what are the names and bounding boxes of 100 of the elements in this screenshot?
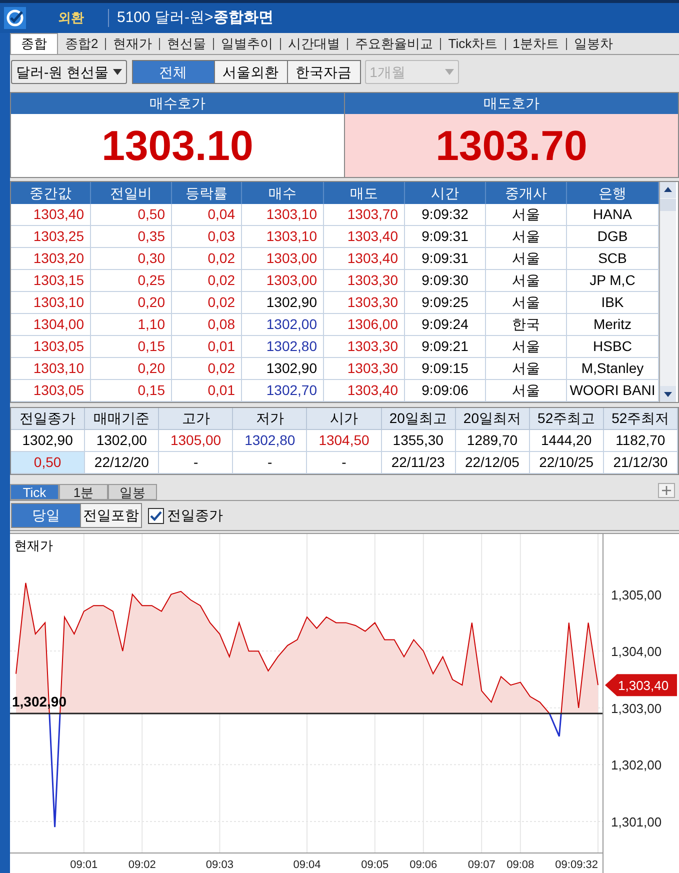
quote-price: 1303.70 — [434, 121, 588, 172]
y-axis-label: 1,304,00 — [611, 644, 662, 660]
x-axis-label: 09:01 — [70, 859, 98, 871]
range-button[interactable]: 당일 — [12, 504, 80, 528]
x-axis-label: 09:07 — [468, 859, 496, 871]
table-cell: 1289,70 — [456, 430, 530, 452]
tab[interactable]: 시간대별 — [281, 33, 348, 54]
table-cell: 9:09:06 — [405, 380, 486, 402]
tab[interactable]: 주요환율비교 — [348, 33, 440, 54]
column-header: 중간값 — [11, 182, 91, 204]
chart-title: 현재가 — [14, 537, 53, 555]
logo-icon — [4, 7, 26, 29]
chart-tab[interactable]: 1분 — [59, 484, 108, 500]
table-cell: 0,03 — [172, 226, 242, 248]
table-cell: - — [307, 452, 382, 474]
checkbox[interactable] — [148, 508, 164, 524]
tab[interactable]: 현재가 — [106, 33, 160, 54]
table-cell: 1303,00 — [242, 270, 324, 292]
table-cell: 1304,50 — [307, 430, 382, 452]
scroll-thumb[interactable] — [660, 199, 676, 212]
table-cell: 1303,00 — [242, 248, 324, 270]
table-cell: 1303,05 — [11, 336, 91, 358]
y-axis-label: 1,303,00 — [611, 700, 662, 716]
table-cell: 1303,40 — [324, 226, 405, 248]
tab[interactable]: 일봉차 — [566, 33, 620, 54]
column-header: 저가 — [233, 408, 308, 430]
table-cell: 1302,00 — [242, 314, 324, 336]
table-cell: 1303,30 — [324, 358, 405, 380]
y-axis-label: 1,305,00 — [611, 587, 662, 602]
column-header: 중개사 — [486, 182, 567, 204]
table-cell: 1304,00 — [11, 314, 91, 336]
table-cell: 1303,10 — [242, 226, 324, 248]
table-cell: 1355,30 — [382, 430, 456, 452]
column-header: 매도 — [324, 182, 405, 204]
table-cell: 0,50 — [11, 452, 86, 474]
checkbox-label: 전일종가 — [167, 506, 223, 526]
table-cell: 0,02 — [172, 358, 242, 380]
table-cell: 9:09:24 — [405, 314, 486, 336]
table-cell: 9:09:32 — [405, 204, 486, 226]
scrollbar[interactable] — [659, 182, 676, 402]
filter-button[interactable]: 전체 — [132, 61, 214, 84]
caret-icon — [444, 69, 454, 76]
x-axis-label: 09:06 — [410, 859, 438, 871]
range-button[interactable]: 전일포함 — [80, 504, 141, 528]
market-dropdown[interactable]: 달러-원 현선물 — [11, 60, 127, 84]
table-cell: 9:09:31 — [405, 226, 486, 248]
table-cell: 한국 — [486, 314, 567, 336]
table-cell: 22/12/05 — [456, 452, 530, 474]
tab[interactable]: 일별추이 — [214, 33, 280, 54]
plus-icon — [662, 486, 671, 496]
scroll-down-icon[interactable] — [660, 386, 676, 402]
filter-button[interactable]: 서울외환 — [214, 61, 287, 84]
table-cell: 0,15 — [91, 336, 172, 358]
quote-header: 매도호가 — [345, 93, 678, 114]
table-cell: - — [233, 452, 308, 474]
table-cell: 1303,05 — [11, 380, 91, 402]
table-cell: 서울 — [486, 358, 567, 380]
x-axis-label: 09:03 — [206, 859, 234, 871]
chart-tab[interactable]: 일봉 — [108, 484, 157, 500]
table-cell: 서울 — [486, 226, 567, 248]
x-axis-label: 09:02 — [128, 859, 156, 871]
table-cell: 0,20 — [91, 358, 172, 380]
table-cell: 22/11/23 — [382, 452, 456, 474]
table-cell: 9:09:30 — [405, 270, 486, 292]
table-cell: 22/10/25 — [530, 452, 604, 474]
table-cell: 1444,20 — [530, 430, 604, 452]
y-axis-label: 1,301,00 — [611, 814, 662, 830]
tab[interactable]: 현선물 — [160, 33, 214, 54]
tab[interactable]: 1분차트 — [506, 33, 566, 54]
x-axis-label: 09:08 — [506, 859, 534, 871]
table-cell: 1303,30 — [324, 270, 405, 292]
column-header: 매수 — [242, 182, 324, 204]
table-cell: 0,02 — [172, 248, 242, 270]
tab[interactable]: 종합 — [10, 33, 58, 54]
table-cell: - — [159, 452, 234, 474]
table-cell: 1302,90 — [242, 292, 324, 314]
table-cell: 1305,00 — [159, 430, 234, 452]
column-header: 등락률 — [172, 182, 242, 204]
column-header: 매매기준 — [85, 408, 160, 430]
column-header: 시간 — [405, 182, 486, 204]
table-cell: 1303,30 — [324, 292, 405, 314]
scroll-up-icon[interactable] — [660, 182, 676, 198]
table-cell: 0,50 — [91, 204, 172, 226]
y-axis-label: 1,302,00 — [611, 758, 662, 773]
table-cell: 1,10 — [91, 314, 172, 336]
add-button[interactable] — [658, 483, 675, 498]
filter-button[interactable]: 한국자금 — [286, 61, 360, 84]
tab[interactable]: 종합2 — [58, 33, 106, 54]
table-cell: 1303,10 — [242, 204, 324, 226]
column-header: 20일최고 — [382, 408, 456, 430]
table-cell: 1303,30 — [324, 336, 405, 358]
window-title: 5100 달러-원>종합화면 — [117, 8, 274, 28]
table-cell: 9:09:21 — [405, 336, 486, 358]
check-icon — [150, 510, 162, 521]
column-header: 전일종가 — [11, 408, 86, 430]
tab[interactable]: Tick차트 — [441, 33, 505, 54]
market-label: 외환 — [58, 9, 84, 28]
table-cell: 서울 — [486, 380, 567, 402]
chart-tab[interactable]: Tick — [10, 484, 59, 500]
table-cell: 21/12/30 — [604, 452, 678, 474]
